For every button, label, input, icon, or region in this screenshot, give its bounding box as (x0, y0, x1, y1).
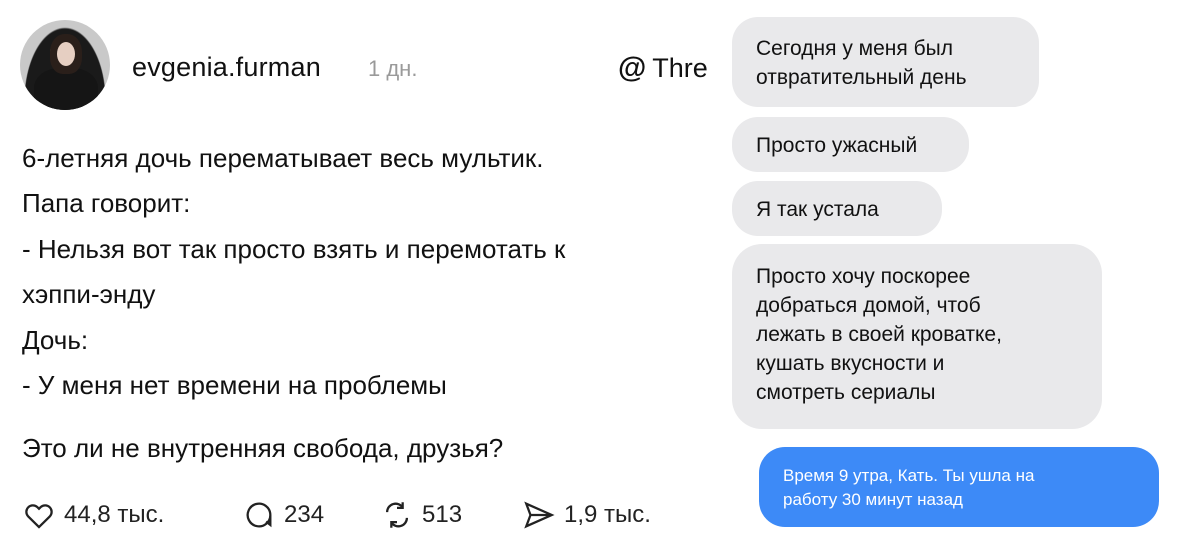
post-line-3: - Нельзя вот так просто взять и перемота… (22, 234, 566, 264)
send-icon (524, 501, 555, 529)
message-line: Просто ужасный (756, 134, 918, 157)
incoming-message-2: Просто ужасный (732, 117, 969, 172)
threads-post: evgenia.furman 1 дн. @ Thre 6-летняя доч… (0, 0, 715, 555)
comment-button[interactable]: 234 (242, 498, 324, 532)
post-actions: 44,8 тыс. 234 513 1,9 тыс. (22, 498, 715, 534)
threads-icon: @ (618, 52, 647, 84)
username[interactable]: evgenia.furman (132, 52, 321, 83)
avatar-face (57, 42, 75, 66)
avatar-body (34, 68, 98, 110)
chat-screenshot: Сегодня у меня был отвратительный день П… (715, 0, 1200, 555)
like-button[interactable]: 44,8 тыс. (22, 498, 164, 532)
message-line: Время 9 утра, Кать. Ты ушла на (783, 466, 1035, 485)
share-button[interactable]: 1,9 тыс. (522, 498, 651, 532)
message-line: лежать в своей кроватке, (756, 323, 1002, 346)
message-line: работу 30 минут назад (783, 490, 963, 509)
incoming-message-4: Просто хочу поскорее добраться домой, чт… (732, 244, 1102, 429)
post-line-7: Это ли не внутренняя свобода, друзья? (22, 433, 504, 463)
message-line: Я так устала (756, 198, 879, 221)
incoming-message-1: Сегодня у меня был отвратительный день (732, 17, 1039, 107)
avatar[interactable] (20, 20, 110, 110)
message-line: смотреть сериалы (756, 381, 936, 404)
like-count: 44,8 тыс. (64, 501, 165, 528)
repost-count: 513 (422, 501, 463, 528)
post-line-6: - У меня нет времени на проблемы (22, 370, 447, 400)
post-line-5: Дочь: (22, 325, 89, 355)
incoming-message-3: Я так устала (732, 181, 942, 236)
post-line-1: 6-летняя дочь перематывает весь мультик. (22, 143, 544, 173)
message-line: Сегодня у меня был (756, 37, 953, 60)
heart-icon (25, 504, 53, 529)
outgoing-message: Время 9 утра, Кать. Ты ушла на работу 30… (759, 447, 1159, 527)
platform-name: Thre (652, 53, 708, 83)
comment-count: 234 (284, 501, 325, 528)
repost-button[interactable]: 513 (380, 498, 462, 532)
post-line-4: хэппи-энду (22, 279, 156, 309)
message-line: добраться домой, чтоб (756, 294, 981, 317)
post-time: 1 дн. (368, 56, 418, 81)
repost-icon (385, 502, 409, 528)
message-line: кушать вкусности и (756, 352, 945, 375)
threads-logo: @ Thre (618, 52, 708, 85)
share-count: 1,9 тыс. (564, 501, 651, 528)
message-line: Просто хочу поскорее (756, 265, 971, 288)
post-line-2: Папа говорит: (22, 188, 191, 218)
comment-icon (246, 502, 272, 528)
message-line: отвратительный день (756, 66, 967, 89)
